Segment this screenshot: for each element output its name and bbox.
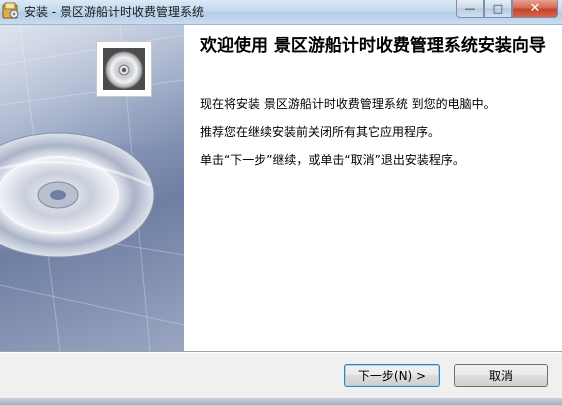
minimize-icon: — bbox=[464, 2, 476, 15]
close-button[interactable]: ✕ bbox=[512, 0, 558, 18]
welcome-panel: 欢迎使用 景区游船计时收费管理系统安装向导 现在将安装 景区游船计时收费管理系统… bbox=[96, 25, 562, 351]
close-icon: ✕ bbox=[529, 1, 541, 16]
window-title: 安装 - 景区游船计时收费管理系统 bbox=[24, 5, 204, 19]
cd-disc-thumbnail-icon bbox=[96, 41, 152, 97]
cancel-button[interactable]: 取消 bbox=[454, 364, 548, 387]
taskbar-strip bbox=[0, 398, 562, 405]
recommend-text: 推荐您在继续安装前关闭所有其它应用程序。 bbox=[200, 125, 441, 139]
cd-disc-banner-icon bbox=[0, 25, 184, 351]
minimize-button[interactable]: — bbox=[456, 0, 484, 18]
next-button[interactable]: 下一步(N) > bbox=[344, 364, 440, 387]
installer-app-icon[interactable] bbox=[2, 2, 20, 20]
maximize-icon: □ bbox=[492, 2, 504, 15]
intro-text: 现在将安装 景区游船计时收费管理系统 到您的电脑中。 bbox=[200, 97, 496, 111]
instruction-text: 单击“下一步”继续，或单击“取消”退出安装程序。 bbox=[200, 153, 465, 167]
page-title: 欢迎使用 景区游船计时收费管理系统安装向导 bbox=[200, 36, 546, 56]
wizard-banner-image bbox=[0, 25, 184, 351]
window-controls: — □ ✕ bbox=[456, 0, 558, 20]
title-bar[interactable]: 安装 - 景区游船计时收费管理系统 — □ ✕ bbox=[0, 0, 562, 25]
maximize-button[interactable]: □ bbox=[484, 0, 512, 18]
